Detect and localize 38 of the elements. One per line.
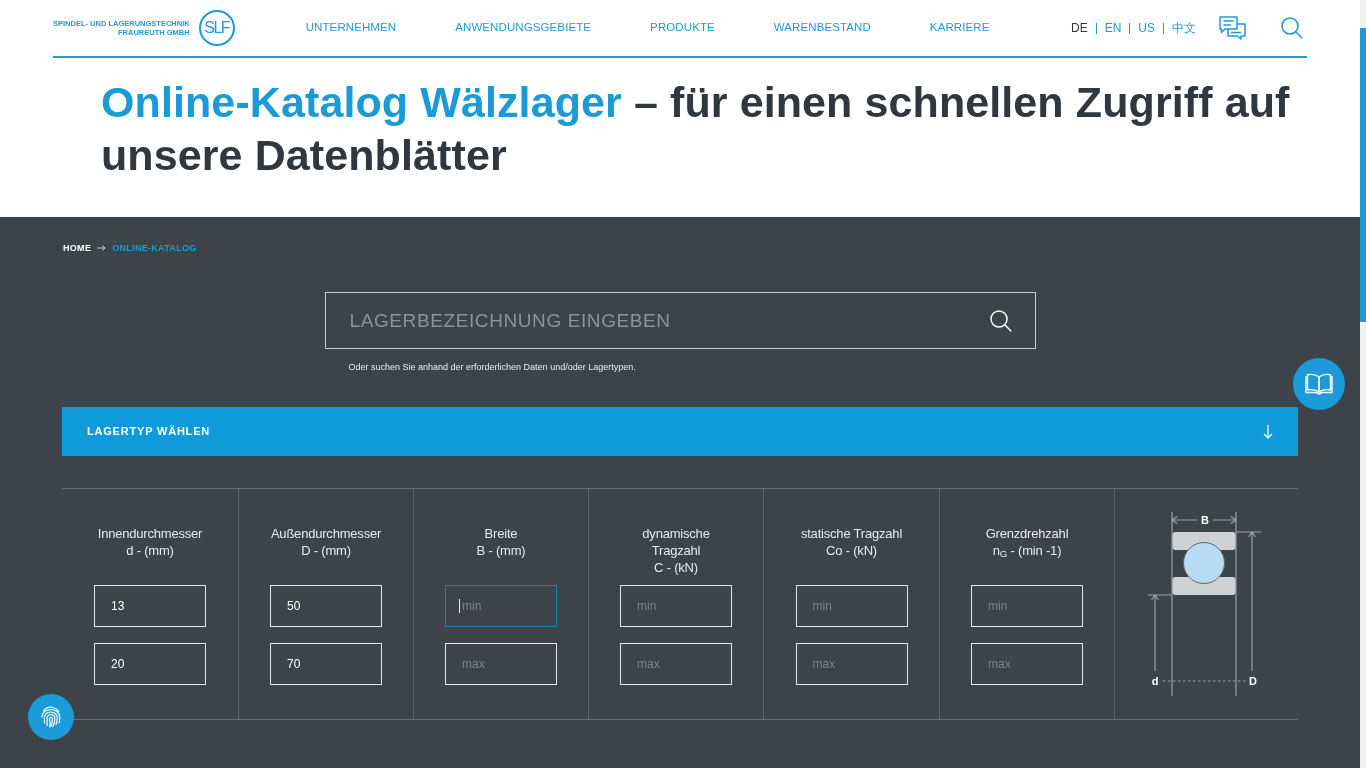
breadcrumb-link[interactable]: ONLINE-KATALOG: [112, 242, 197, 254]
fingerprint-icon: [40, 706, 62, 728]
number-field[interactable]: 70: [270, 643, 382, 685]
logo-mark[interactable]: SLF: [198, 10, 235, 46]
language-link[interactable]: EN: [1104, 19, 1122, 37]
bearing-type-dropdown[interactable]: LAGERTYP WÄHLEN: [62, 407, 1298, 456]
nav-link[interactable]: PRODUKTE: [650, 19, 715, 37]
dimension-label: D: [1249, 675, 1257, 687]
scrollbar[interactable]: [1360, 0, 1366, 768]
chat-icon[interactable]: [1219, 16, 1246, 40]
number-field[interactable]: min: [445, 585, 557, 627]
language-link[interactable]: 中文: [1172, 19, 1196, 37]
nav-link[interactable]: UNTERNEHMEN: [305, 19, 397, 37]
nav-link[interactable]: WARENBESTAND: [773, 19, 871, 37]
arrow-right-icon: [97, 245, 107, 251]
breadcrumb-link[interactable]: HOME: [63, 242, 92, 254]
column-heading: Grenzdrehzahl n$_{G}$ - (min -1): [985, 525, 1069, 562]
arrow-down-icon: [1263, 424, 1273, 439]
column-heading: Innendurchmesser d - (mm): [97, 525, 203, 560]
language-link[interactable]: US: [1138, 19, 1155, 37]
number-field[interactable]: 20: [94, 643, 206, 685]
search-icon[interactable]: [989, 310, 1012, 332]
text-cursor-icon: [459, 599, 460, 613]
dimension-label: d: [1151, 675, 1159, 687]
column-heading: Außendurchmesser D - (mm): [270, 525, 382, 560]
page-title: Online-Katalog Wälzlager – für einen schnellen Zugriff auf unsere Datenblätter: [101, 77, 1291, 181]
language-link[interactable]: DE: [1071, 19, 1088, 37]
dimension-label: B: [1201, 514, 1209, 526]
column-heading: statische Tragzahl Co - (kN): [800, 525, 903, 560]
number-field[interactable]: 50: [270, 585, 382, 627]
book-icon: [1305, 373, 1333, 395]
column-heading: Breite B - (mm): [476, 525, 526, 560]
column-heading: dynamische Tragzahl C - (kN): [642, 525, 710, 577]
nav-link[interactable]: KARRIERE: [929, 19, 990, 37]
number-field[interactable]: 13: [94, 585, 206, 627]
search-hint: Oder suchen Sie anhand der erforderlichen Daten und/oder Lagertypen.: [347, 361, 637, 373]
search-field[interactable]: LAGERBEZEICHNUNG EINGEBEN: [324, 292, 1036, 349]
nav-link[interactable]: ANWENDUNGSGEBIETE: [455, 19, 592, 37]
